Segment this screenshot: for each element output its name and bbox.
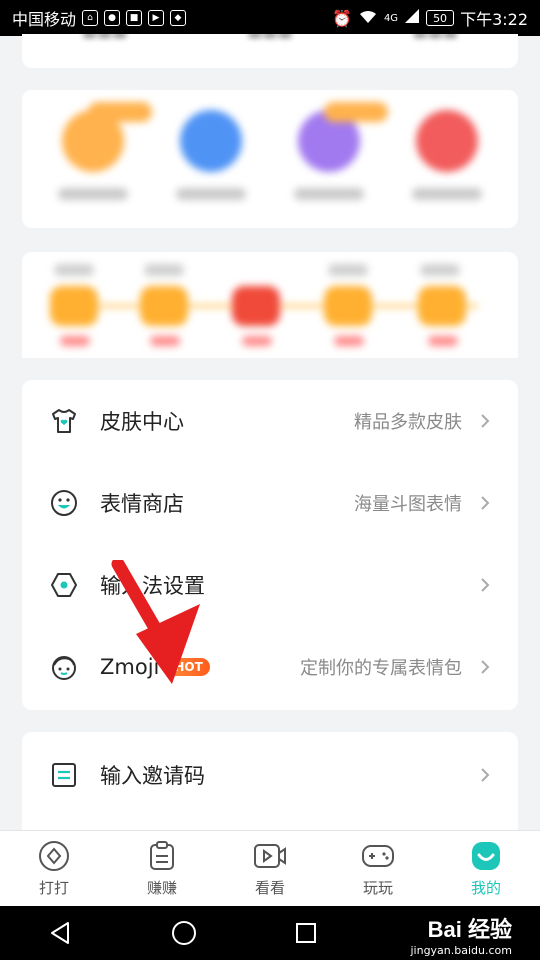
feature-item[interactable] [294,102,388,200]
qq-icon: ● [104,10,121,26]
tab-label: 我的 [470,879,501,897]
invite-card: 输入邀请码 [22,732,518,842]
signal-icon [404,8,420,28]
blurred-feature-icons [22,90,518,200]
invite-code-icon [49,760,79,790]
feature-label [294,188,364,200]
tshirt-icon [49,406,79,436]
menu-item-input-settings[interactable]: 输入法设置 [22,544,518,626]
tab-watch[interactable]: 看看 [216,831,324,906]
reward-label [150,336,180,346]
feature-label [58,188,128,200]
chevron-right-icon [470,413,500,429]
video-icon [253,839,287,873]
watermark-url: jingyan.baidu.com [410,944,512,957]
watermark-logo: Bai 经验 [427,917,512,942]
menu-item-skin-center[interactable]: 皮肤中心 精品多款皮肤 [22,380,518,462]
menu-item-subtitle: 精品多款皮肤 [354,412,462,433]
feature-item[interactable] [58,102,152,200]
feature-tag [88,102,152,122]
smiley-icon [49,488,79,518]
blurred-stats: ▬▬▬▬▬▬▬▬▬ [22,34,518,43]
feature-label [176,188,246,200]
notification-icon: ⌂ [82,10,99,26]
reward-label [242,336,272,346]
checkin-card [22,252,518,358]
menu-item-invite-code[interactable]: 输入邀请码 [22,734,518,816]
baidu-jingyan-watermark: Bai 经验 jingyan.baidu.com [410,912,512,957]
tab-play[interactable]: 玩玩 [324,831,432,906]
reward-label [334,336,364,346]
feature-icon [416,110,478,172]
chevron-right-icon [470,659,500,675]
checkin-node [324,286,372,326]
menu-item-zmoji[interactable]: Zmoji HOT 定制你的专属表情包 [22,626,518,708]
menu-item-title: 皮肤中心 [100,410,184,434]
feature-item[interactable] [412,110,482,200]
stats-card: ▬▬▬▬▬▬▬▬▬ [22,34,518,68]
tab-earn[interactable]: 赚赚 [108,831,216,906]
carrier-label: 中国移动 [12,10,77,29]
checkin-node [232,286,280,326]
tab-label: 赚赚 [146,879,177,897]
chevron-right-icon [470,577,500,593]
chevron-right-icon [470,767,500,783]
battery-icon: 50 [426,10,455,26]
settings-hexagon-icon [49,570,79,600]
map-icon: ◆ [170,10,187,26]
gamepad-icon [361,839,395,873]
red-arrow-annotation [111,560,200,684]
tab-label: 玩玩 [362,879,393,897]
chevron-right-icon [470,495,500,511]
tab-mine[interactable]: 我的 [432,831,540,906]
feature-tag [324,102,388,122]
back-button[interactable] [31,913,91,953]
checkin-node [50,286,98,326]
bottom-tab-bar: 打打 赚赚 看看 玩玩 我的 [0,830,540,906]
menu-item-sticker-store[interactable]: 表情商店 海量斗图表情 [22,462,518,544]
alarm-icon: ⏰ [332,8,352,28]
tab-dada[interactable]: 打打 [0,831,108,906]
menu-item-title: 输入邀请码 [100,764,205,788]
diamond-icon [37,839,71,873]
play-icon: ▶ [148,10,165,26]
feature-icon [180,110,242,172]
day-label [328,264,368,276]
menu-item-subtitle: 定制你的专属表情包 [300,658,462,679]
menu-item-subtitle: 海量斗图表情 [354,494,462,515]
tab-label: 打打 [38,879,69,897]
status-bar: 中国移动 ⌂ ● ■ ▶ ◆ ⏰ 4G 50 下午3:22 [0,0,540,36]
smile-profile-icon [469,839,503,873]
network-label: 4G [383,12,399,24]
clock: 下午3:22 [460,10,528,29]
checkin-node [418,286,466,326]
wifi-icon [358,8,378,28]
checkin-node [140,286,188,326]
app-notification-icon: ■ [126,10,143,26]
day-label [144,264,184,276]
home-button[interactable] [154,913,214,953]
day-label [420,264,460,276]
features-card [22,90,518,228]
face-avatar-icon [49,652,79,682]
feature-item[interactable] [176,110,246,200]
menu-card: 皮肤中心 精品多款皮肤 表情商店 海量斗图表情 输入法设置 Zmoji HOT … [22,380,518,710]
reward-label [60,336,90,346]
tab-label: 看看 [254,879,285,897]
clipboard-icon [145,839,179,873]
blurred-checkin-progress [22,252,518,358]
feature-label [412,188,482,200]
reward-label [428,336,458,346]
menu-item-title: 表情商店 [100,492,184,516]
recents-button[interactable] [276,913,336,953]
day-label [54,264,94,276]
